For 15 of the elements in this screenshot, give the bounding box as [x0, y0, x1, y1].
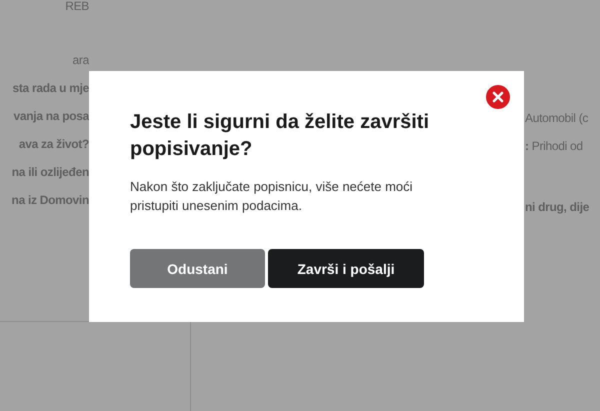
- page-text: ava za život?: [18, 136, 89, 153]
- page-text: ara: [72, 52, 89, 69]
- dialog-message: Nakon što zaključate popisnicu, više nećete moći pristupiti unesenim podacima.: [130, 178, 414, 215]
- page-text: na ili ozlijeđen: [12, 164, 89, 181]
- page-text: Automobil (c: [525, 110, 590, 127]
- page-text: ni drug, dije: [525, 199, 590, 216]
- page-text: REB: [65, 0, 89, 15]
- page-text: na iz Domovin: [12, 192, 89, 209]
- submit-button[interactable]: Završi i pošalji: [268, 249, 424, 288]
- page-text: vanja na posa: [14, 108, 89, 125]
- close-icon[interactable]: [486, 85, 510, 109]
- page-text: sta rada u mje: [12, 80, 89, 97]
- cancel-button[interactable]: Odustani: [130, 249, 265, 288]
- dialog-title: Jeste li sigurni da želite završiti popisivanje?: [130, 110, 430, 162]
- page-text: : Prihodi od: [525, 138, 584, 155]
